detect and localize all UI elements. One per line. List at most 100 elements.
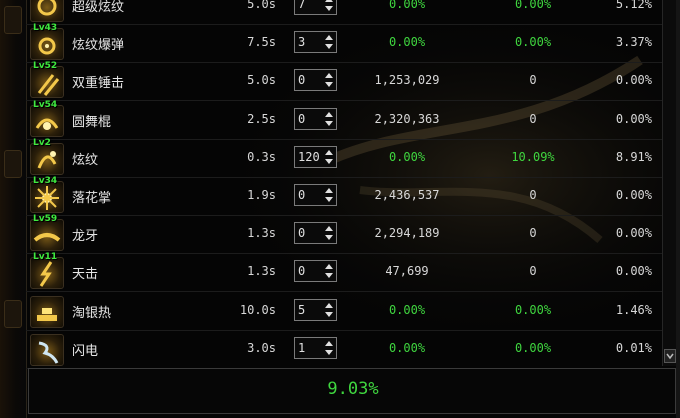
level-badge: Lv52 <box>33 61 58 72</box>
ratio-value: 0 <box>529 264 537 279</box>
share-value: 0.01% <box>615 340 652 355</box>
skill-icon <box>30 295 64 328</box>
share-value: 0.00% <box>615 188 652 202</box>
count-stepper[interactable]: 0 <box>294 184 337 206</box>
left-frame <box>0 0 27 418</box>
table-row: Lv54 圆舞棍 2.5s 0 2,320,363 0 0.00% <box>26 99 662 140</box>
cooldown-value: 5.0s <box>247 73 276 88</box>
skill-icon <box>30 0 64 22</box>
cooldown-value: 10.0s <box>239 302 276 317</box>
count-stepper[interactable]: 0 <box>294 69 337 92</box>
count-stepper[interactable]: 0 <box>294 222 337 245</box>
table-row: Lv59 龙牙 1.3s 0 2,294,189 0 0.00% <box>26 214 662 255</box>
skill-name: 龙牙 <box>72 229 99 245</box>
level-badge: Lv11 <box>33 252 58 263</box>
stepper-arrows-icon[interactable] <box>322 223 336 243</box>
ratio-value: 0.00% <box>514 0 552 11</box>
count-stepper[interactable]: 7 <box>294 0 337 15</box>
damage-value: 1,253,029 <box>374 73 440 88</box>
cooldown-value: 1.3s <box>247 226 276 241</box>
skill-name: 双重锤击 <box>72 76 125 92</box>
sky-strike-icon <box>39 261 53 288</box>
share-value: 1.46% <box>615 302 652 317</box>
skill-name: 落花掌 <box>72 191 112 206</box>
spin-staff-icon <box>35 118 59 130</box>
table-row: Lv34 落花掌 1.9s 0 2,436,537 0 0.00% <box>26 176 662 216</box>
count-stepper[interactable]: 120 <box>294 145 337 168</box>
dragon-fang-icon <box>33 233 61 242</box>
damage-value: 0.00% <box>388 149 426 164</box>
count-value[interactable]: 0 <box>298 264 305 278</box>
total-percentage: 9.03% <box>327 379 379 399</box>
ratio-value: 0.00% <box>514 35 552 50</box>
count-value[interactable]: 0 <box>298 73 305 87</box>
scroll-down-button[interactable] <box>664 349 676 363</box>
count-value[interactable]: 0 <box>298 188 305 202</box>
skill-name: 超级炫纹 <box>72 0 125 15</box>
count-value[interactable]: 0 <box>298 112 305 126</box>
level-badge: Lv43 <box>33 23 58 34</box>
cooldown-value: 2.5s <box>247 111 276 126</box>
ratio-value: 0 <box>529 111 537 126</box>
orb-burst-icon <box>38 37 56 55</box>
skill-name: 炫纹 <box>72 152 99 168</box>
swirl-orbs-icon <box>37 150 57 169</box>
damage-value: 47,699 <box>385 264 429 279</box>
ratio-value: 0.00% <box>514 302 552 317</box>
frame-ornament <box>4 300 22 328</box>
stepper-arrows-icon[interactable] <box>322 300 336 320</box>
share-value: 0.00% <box>615 226 652 241</box>
stepper-arrows-icon[interactable] <box>322 32 336 52</box>
level-badge: Lv54 <box>33 99 58 110</box>
count-stepper[interactable]: 1 <box>294 336 337 359</box>
cooldown-value: 5.0s <box>247 0 276 11</box>
stepper-arrows-icon[interactable] <box>322 109 336 129</box>
stepper-arrows-icon[interactable] <box>322 185 336 205</box>
count-value[interactable]: 1 <box>298 341 305 355</box>
count-value[interactable]: 3 <box>298 35 305 49</box>
table-row: 淘银热 10.0s 5 0.00% 0.00% 1.46% <box>26 292 662 331</box>
share-value: 5.12% <box>615 0 652 11</box>
count-value[interactable]: 7 <box>298 0 305 11</box>
frame-ornament <box>4 150 22 178</box>
count-stepper[interactable]: 0 <box>294 107 337 130</box>
share-value: 8.91% <box>615 149 652 164</box>
table-row: Lv52 双重锤击 5.0s 0 1,253,029 0 0.00% <box>26 61 662 102</box>
damage-value: 2,436,537 <box>374 188 440 202</box>
flower-palm-icon <box>35 186 59 210</box>
share-value: 3.37% <box>615 35 652 50</box>
count-stepper[interactable]: 3 <box>294 31 337 54</box>
frame-ornament <box>4 6 22 34</box>
cooldown-value: 0.3s <box>247 149 276 164</box>
lightning-icon <box>38 341 59 364</box>
level-badge: Lv59 <box>33 214 58 225</box>
damage-value: 0.00% <box>388 35 426 50</box>
scrollbar[interactable] <box>662 0 677 366</box>
damage-value: 0.00% <box>388 0 426 11</box>
damage-value: 0.00% <box>388 302 426 317</box>
count-value[interactable]: 0 <box>298 226 305 240</box>
stepper-arrows-icon[interactable] <box>322 338 336 358</box>
share-value: 0.00% <box>615 264 652 279</box>
count-value[interactable]: 120 <box>298 150 320 164</box>
share-value: 0.00% <box>615 73 652 88</box>
table-row: Lv11 天击 1.3s 0 47,699 0 0.00% <box>26 252 662 293</box>
stepper-arrows-icon[interactable] <box>322 147 336 167</box>
count-stepper[interactable]: 5 <box>294 298 337 321</box>
ratio-value: 10.09% <box>511 149 555 164</box>
double-hammer-icon <box>37 74 60 97</box>
stepper-arrows-icon[interactable] <box>322 261 336 281</box>
right-frame <box>676 0 680 418</box>
count-stepper[interactable]: 0 <box>294 260 337 283</box>
count-value[interactable]: 5 <box>298 303 305 317</box>
table-row: 闪电 3.0s 1 0.00% 0.00% 0.01% <box>26 330 662 369</box>
damage-value: 2,294,189 <box>374 226 440 241</box>
table-row: 超级炫纹 5.0s 7 0.00% 0.00% 5.12% <box>26 0 662 25</box>
cooldown-value: 1.3s <box>247 264 276 279</box>
gold-swirl-icon <box>37 0 57 16</box>
skill-name: 圆舞棍 <box>72 114 112 130</box>
cooldown-value: 3.0s <box>247 340 276 355</box>
share-value: 0.00% <box>615 111 652 126</box>
stepper-arrows-icon[interactable] <box>322 70 336 90</box>
stepper-arrows-icon[interactable] <box>322 0 336 14</box>
